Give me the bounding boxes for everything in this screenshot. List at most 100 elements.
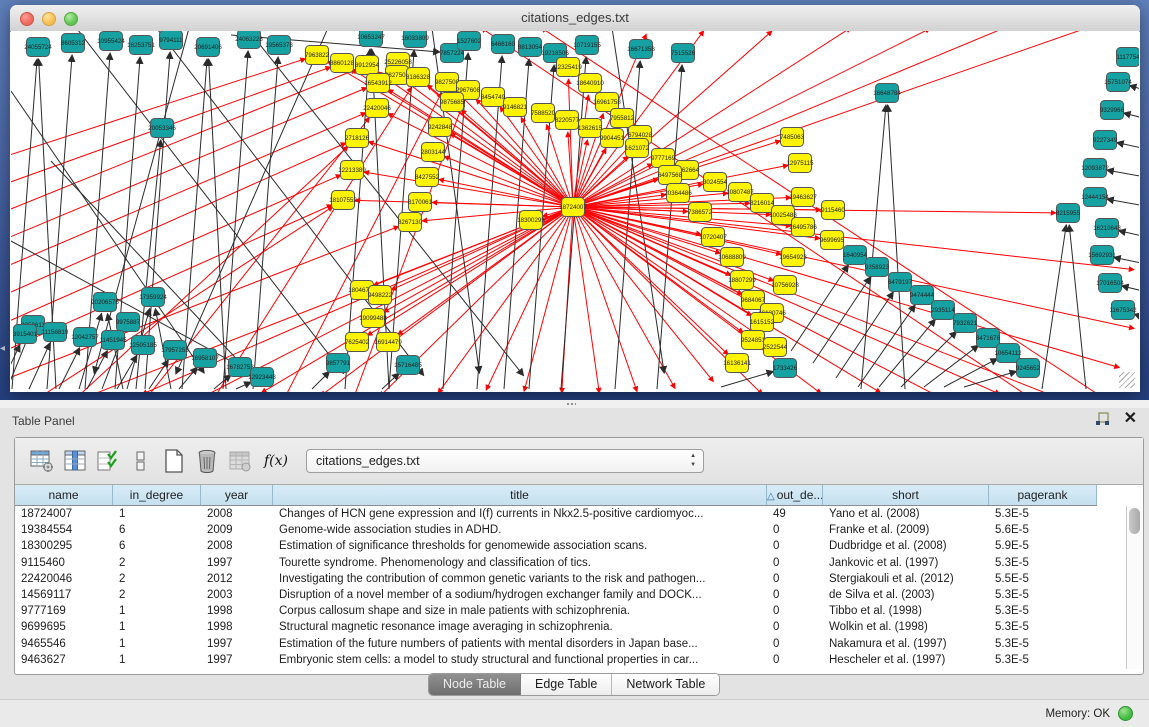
column-chooser-icon[interactable] [62,448,88,474]
table-cell[interactable]: 18724007 [15,506,113,522]
table-cell[interactable]: 2012 [201,571,273,587]
column-header-title[interactable]: title [273,485,767,505]
table-cell[interactable]: 1997 [201,636,273,652]
scrollbar-thumb[interactable] [1129,508,1140,534]
table-cell[interactable]: 1998 [201,603,273,619]
table-cell[interactable]: 0 [767,522,823,538]
table-cell[interactable]: 1 [113,506,201,522]
table-cell[interactable]: 1 [113,619,201,635]
table-cell[interactable]: Tourette syndrome. Phenomenology and cla… [273,555,767,571]
merge-panel-icon[interactable] [128,448,154,474]
column-header-name[interactable]: name [15,485,113,505]
divider-grip-icon[interactable] [566,402,576,407]
close-panel-icon[interactable]: ✕ [1124,412,1137,426]
table-row[interactable]: 977716911998Corpus callosum shape and si… [15,603,1127,619]
table-cell[interactable]: 0 [767,636,823,652]
table-row[interactable]: 1456911722003Disruption of a novel membe… [15,587,1127,603]
table-cell[interactable]: 9115460 [15,555,113,571]
table-cell[interactable]: 2 [113,571,201,587]
column-header-in_degree[interactable]: in_degree [113,485,201,505]
table-row[interactable]: 2242004622012Investigating the contribut… [15,571,1127,587]
table-cell[interactable]: 5.3E-5 [989,603,1097,619]
vertical-scrollbar[interactable] [1126,506,1143,669]
delete-column-icon[interactable] [194,448,220,474]
row-selection-icon[interactable] [95,448,121,474]
network-graph[interactable]: 1872400718300295240557248605312109554241… [11,31,1139,392]
table-cell[interactable]: 0 [767,538,823,554]
table-cell[interactable]: 6 [113,522,201,538]
table-row[interactable]: 946362711997Embryonic stem cells: a mode… [15,652,1127,668]
table-cell[interactable]: Stergiakouli et al. (2012) [823,571,989,587]
table-cell[interactable]: 2008 [201,506,273,522]
table-cell[interactable]: 0 [767,571,823,587]
table-cell[interactable]: Genome-wide association studies in ADHD. [273,522,767,538]
table-cell[interactable]: 5.3E-5 [989,506,1097,522]
memory-status-icon[interactable] [1118,706,1133,721]
table-cell[interactable]: 5.5E-5 [989,571,1097,587]
table-cell[interactable]: 5.6E-5 [989,522,1097,538]
window-titlebar[interactable]: citations_edges.txt [10,5,1140,32]
table-cell[interactable]: Yano et al. (2008) [823,506,989,522]
table-cell[interactable]: 5.3E-5 [989,636,1097,652]
table-cell[interactable]: 5.3E-5 [989,555,1097,571]
table-cell[interactable]: 14569117 [15,587,113,603]
table-cell[interactable]: Nakamura et al. (1997) [823,636,989,652]
table-cell[interactable]: 1 [113,652,201,668]
table-cell[interactable]: Wolkin et al. (1998) [823,619,989,635]
table-cell[interactable]: Investigating the contribution of common… [273,571,767,587]
table-cell[interactable]: 9699695 [15,619,113,635]
table-cell[interactable]: 1997 [201,652,273,668]
table-cell[interactable]: 5.3E-5 [989,652,1097,668]
network-canvas[interactable]: 1872400718300295240557248605312109554241… [11,31,1139,392]
canvas-resize-grip[interactable] [1119,372,1135,388]
float-window-icon[interactable] [1095,412,1110,426]
table-cell[interactable]: 0 [767,603,823,619]
table-cell[interactable]: 19384554 [15,522,113,538]
table-cell[interactable]: 5.3E-5 [989,619,1097,635]
table-cell[interactable]: 0 [767,587,823,603]
table-cell[interactable]: de Silva et al. (2003) [823,587,989,603]
table-cell[interactable]: Structural magnetic resonance image aver… [273,619,767,635]
table-cell[interactable]: 9465546 [15,636,113,652]
table-cell[interactable]: Estimation of the future numbers of pati… [273,636,767,652]
table-cell[interactable]: 1997 [201,555,273,571]
tab-edge-table[interactable]: Edge Table [521,674,612,695]
table-selector-combo[interactable]: citations_edges.txt ▲▼ [306,449,704,473]
column-header-year[interactable]: year [201,485,273,505]
table-cell[interactable]: 1 [113,636,201,652]
tab-node-table[interactable]: Node Table [429,674,521,695]
table-cell[interactable]: 2009 [201,522,273,538]
table-cell[interactable]: Estimation of significance thresholds fo… [273,538,767,554]
table-cell[interactable]: 9777169 [15,603,113,619]
table-cell[interactable]: 0 [767,652,823,668]
table-cell[interactable]: 0 [767,619,823,635]
combo-stepper-icon[interactable]: ▲▼ [690,452,696,470]
column-header-out_de[interactable]: △out_de... [767,485,823,505]
column-header-pagerank[interactable]: pagerank [989,485,1097,505]
tab-network-table[interactable]: Network Table [612,674,719,695]
table-cell[interactable]: Tibbo et al. (1998) [823,603,989,619]
table-cell[interactable]: 1998 [201,619,273,635]
table-cell[interactable]: 5.9E-5 [989,538,1097,554]
table-cell[interactable]: Corpus callosum shape and size in male p… [273,603,767,619]
table-cell[interactable]: 18300295 [15,538,113,554]
function-builder-icon[interactable]: f(x) [264,453,288,469]
table-cell[interactable]: 49 [767,506,823,522]
table-cell[interactable]: 1 [113,603,201,619]
table-row[interactable]: 911546021997Tourette syndrome. Phenomeno… [15,555,1127,571]
hide-panel-arrow[interactable]: ◂ [0,344,5,354]
table-row[interactable]: 946554611997Estimation of the future num… [15,636,1127,652]
table-cell[interactable]: 22420046 [15,571,113,587]
table-cell[interactable]: Changes of HCN gene expression and I(f) … [273,506,767,522]
table-cell[interactable]: Disruption of a novel member of a sodium… [273,587,767,603]
table-cell[interactable]: 6 [113,538,201,554]
table-cell[interactable]: Jankovic et al. (1997) [823,555,989,571]
table-cell[interactable]: Embryonic stem cells: a model to study s… [273,652,767,668]
table-mode-icon[interactable] [29,448,55,474]
table-cell[interactable]: Hescheler et al. (1997) [823,652,989,668]
table-row[interactable]: 1938455462009Genome-wide association stu… [15,522,1127,538]
table-row[interactable]: 1830029562008Estimation of significance … [15,538,1127,554]
table-cell[interactable]: 2008 [201,538,273,554]
table-cell[interactable]: 2 [113,587,201,603]
table-cell[interactable]: 5.3E-5 [989,587,1097,603]
